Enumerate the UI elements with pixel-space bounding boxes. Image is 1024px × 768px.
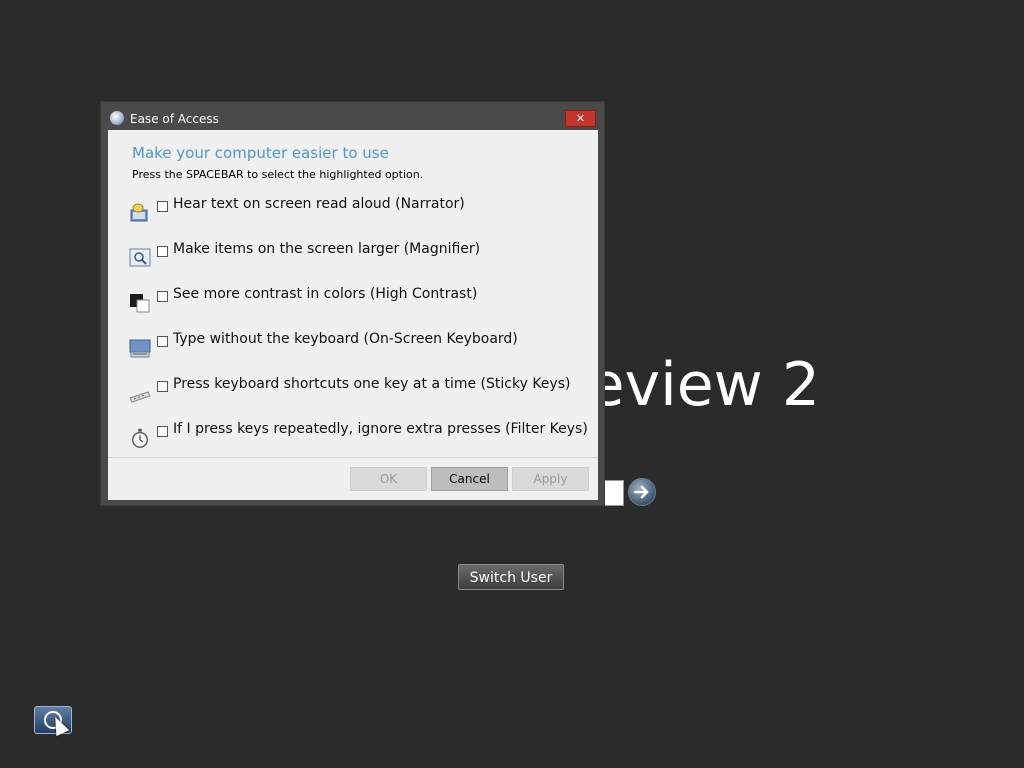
ease-of-access-title-icon xyxy=(110,111,124,125)
option-label: Press keyboard shortcuts one key at a ti… xyxy=(173,376,571,392)
filter-keys-checkbox[interactable] xyxy=(157,426,168,437)
option-magnifier[interactable]: Make items on the screen larger (Magnifi… xyxy=(108,241,598,281)
option-label: See more contrast in colors (High Contra… xyxy=(173,286,478,302)
dialog-title: Ease of Access xyxy=(130,112,219,126)
option-high-contrast[interactable]: See more contrast in colors (High Contra… xyxy=(108,286,598,326)
high-contrast-checkbox[interactable] xyxy=(157,291,168,302)
close-button[interactable]: ✕ xyxy=(565,110,596,127)
narrator-checkbox[interactable] xyxy=(157,201,168,212)
arrow-right-icon xyxy=(633,485,649,499)
option-sticky-keys[interactable]: Press keyboard shortcuts one key at a ti… xyxy=(108,376,598,416)
cancel-button[interactable]: Cancel xyxy=(431,467,508,491)
option-label: Type without the keyboard (On-Screen Key… xyxy=(173,331,518,347)
switch-user-button[interactable]: Switch User xyxy=(458,564,564,590)
option-label: If I press keys repeatedly, ignore extra… xyxy=(173,421,588,437)
sticky-keys-checkbox[interactable] xyxy=(157,381,168,392)
option-narrator[interactable]: Hear text on screen read aloud (Narrator… xyxy=(108,196,598,236)
ease-of-access-dialog: Ease of Access ✕ Make your computer easi… xyxy=(100,101,605,506)
option-on-screen-keyboard[interactable]: Type without the keyboard (On-Screen Key… xyxy=(108,331,598,371)
on-screen-keyboard-icon xyxy=(129,339,151,358)
sticky-keys-icon xyxy=(129,391,151,403)
magnifier-icon xyxy=(129,248,151,267)
option-label: Make items on the screen larger (Magnifi… xyxy=(173,241,481,257)
filter-keys-icon xyxy=(131,428,149,448)
dialog-heading: Make your computer easier to use xyxy=(132,144,389,162)
ok-button[interactable]: OK xyxy=(350,467,427,491)
dialog-content: Make your computer easier to use Press t… xyxy=(108,130,598,500)
magnifier-checkbox[interactable] xyxy=(157,246,168,257)
narrator-icon xyxy=(130,203,148,222)
option-label: Hear text on screen read aloud (Narrator… xyxy=(173,196,465,212)
dialog-instruction: Press the SPACEBAR to select the highlig… xyxy=(132,168,424,181)
on-screen-keyboard-checkbox[interactable] xyxy=(157,336,168,347)
apply-button[interactable]: Apply xyxy=(512,467,589,491)
footer-divider xyxy=(108,457,598,458)
high-contrast-icon xyxy=(130,294,150,313)
submit-arrow-button[interactable] xyxy=(628,478,656,506)
dialog-titlebar[interactable]: Ease of Access ✕ xyxy=(101,102,604,130)
option-filter-keys[interactable]: If I press keys repeatedly, ignore extra… xyxy=(108,421,598,461)
